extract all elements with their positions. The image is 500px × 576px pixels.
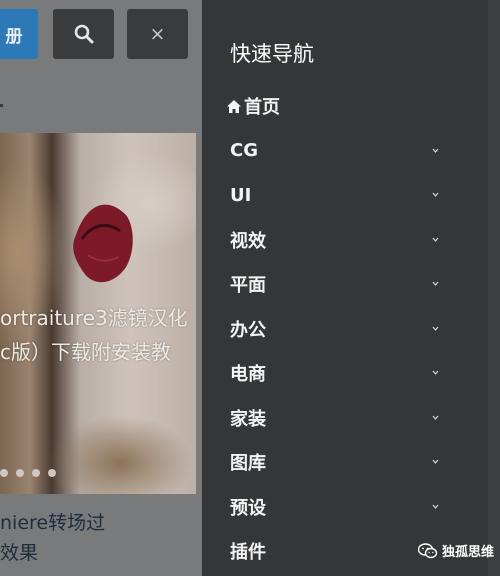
nav-item-label: 预设 <box>230 497 266 519</box>
register-button[interactable]: 册 <box>0 9 38 59</box>
banner-slide[interactable]: ortraiture3滤镜汉化 c版）下载附安装教 <box>0 133 196 494</box>
carousel-dot[interactable] <box>16 469 24 477</box>
chevron-down-icon[interactable] <box>432 459 439 464</box>
nav-item-gallery[interactable]: 图库 <box>202 440 472 485</box>
nav-item-label: 插件 <box>230 542 266 564</box>
nav-item-label: 办公 <box>230 319 266 341</box>
nav-item-cg[interactable]: CG <box>202 129 472 174</box>
nav-item-label: UI <box>230 184 252 206</box>
carousel-dot[interactable] <box>0 469 8 477</box>
banner-title-line1: ortraiture3滤镜汉化 <box>0 306 188 330</box>
carousel-dots <box>0 469 56 477</box>
chevron-down-icon[interactable] <box>432 504 439 509</box>
nav-item-label: 图库 <box>230 453 266 475</box>
nav-item-label: 首页 <box>244 97 280 119</box>
nav-item-presets[interactable]: 预设 <box>202 485 472 530</box>
watermark-text: 独孤思维 <box>442 545 495 560</box>
watermark: 独孤思维 <box>418 541 494 560</box>
nav-item-vfx[interactable]: 视效 <box>202 218 472 263</box>
nav-item-label: 家装 <box>230 408 266 430</box>
nav-item-label: 视效 <box>230 230 266 252</box>
nav-item-label: 电商 <box>230 364 266 386</box>
banner-image <box>73 204 133 283</box>
chevron-down-icon[interactable] <box>432 237 439 242</box>
carousel-dot[interactable] <box>48 469 56 477</box>
nav-list: 首页 CG UI 视效 平面 办公 电商 家装 图库 预设 插件 <box>202 84 472 574</box>
chevron-down-icon[interactable] <box>432 281 439 286</box>
article-link[interactable]: niere转场过 效果 <box>0 508 196 568</box>
chevron-down-icon[interactable] <box>432 326 439 331</box>
nav-item-ui[interactable]: UI <box>202 173 472 218</box>
article-title-line1: niere转场过 <box>0 512 106 534</box>
close-button[interactable]: × <box>127 9 188 59</box>
nav-item-graphic[interactable]: 平面 <box>202 262 472 307</box>
page-overlay[interactable]: 册 × ortraiture3滤镜汉化 c版）下载附安装教 niere转场过 效… <box>0 0 202 576</box>
carousel-dot[interactable] <box>32 469 40 477</box>
home-icon <box>227 100 241 113</box>
article-title-line2: 效果 <box>0 542 39 564</box>
wechat-icon <box>418 542 438 558</box>
chevron-down-icon[interactable] <box>432 370 439 375</box>
nav-item-label: CG <box>230 140 258 162</box>
drawer-edge <box>488 0 500 576</box>
nav-item-office[interactable]: 办公 <box>202 307 472 352</box>
nav-item-ecommerce[interactable]: 电商 <box>202 351 472 396</box>
chevron-down-icon[interactable] <box>432 415 439 420</box>
banner-title-line2: c版）下载附安装教 <box>0 340 171 364</box>
search-icon <box>74 24 93 44</box>
nav-drawer: 快速导航 首页 CG UI 视效 平面 办公 电商 家装 图库 预设 插件 独孤… <box>202 0 500 576</box>
search-button[interactable] <box>53 9 114 59</box>
nav-title: 快速导航 <box>230 42 314 66</box>
chevron-down-icon[interactable] <box>432 192 439 197</box>
register-label: 册 <box>5 26 23 47</box>
nav-item-label: 平面 <box>230 275 266 297</box>
nav-item-interior[interactable]: 家装 <box>202 396 472 441</box>
divider <box>0 104 3 107</box>
nav-item-home[interactable]: 首页 <box>202 84 472 129</box>
close-icon: × <box>149 23 166 45</box>
chevron-down-icon[interactable] <box>432 148 439 153</box>
